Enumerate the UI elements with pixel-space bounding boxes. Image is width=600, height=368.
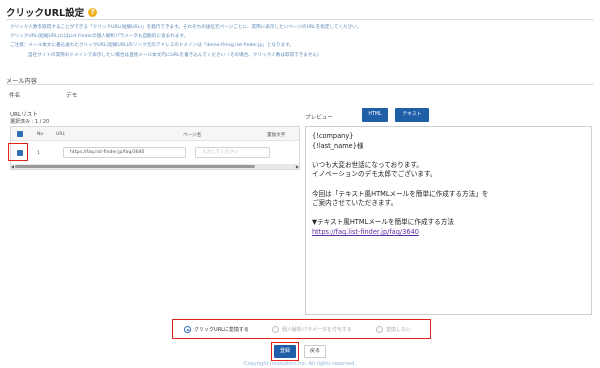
preview-line: {!company}	[312, 132, 354, 140]
option-no-convert-label: 変換しない	[386, 327, 412, 333]
html-view-button[interactable]: HTML	[362, 108, 388, 122]
highlight-frame-checkbox	[8, 143, 28, 161]
preview-line: {!last_name}様	[312, 141, 364, 150]
select-all-checkbox[interactable]	[17, 131, 23, 137]
radio-add-param[interactable]	[272, 326, 279, 333]
scroll-thumb[interactable]	[15, 165, 255, 168]
scroll-left-icon[interactable]: ◀	[11, 164, 14, 169]
subject-value: デモ	[66, 93, 78, 99]
note-line: クリック人数を取得することができる「クリックURL(短縮URL)」を発行できます…	[10, 25, 362, 30]
radio-convert[interactable]	[184, 326, 191, 333]
preview-line: イノベーションのデモ太郎でございます。	[312, 170, 437, 179]
column-char-count: 置換文字	[267, 132, 286, 138]
url-list-label: URLリスト	[10, 112, 38, 118]
title-divider	[6, 19, 594, 20]
table-header: No URL ページ名 置換文字	[11, 127, 299, 141]
copyright-footer: Copyright Innovation Inc. All rights res…	[244, 361, 356, 367]
column-page-name: ページ名	[183, 132, 202, 138]
radio-no-convert[interactable]	[376, 326, 383, 333]
selected-count: 選択済み : 1 / 20	[10, 119, 50, 125]
option-add-param-label: 個人解析パラメータを付与する	[282, 327, 352, 333]
preview-label: プレビュー	[305, 115, 333, 121]
column-url: URL	[56, 131, 66, 137]
scroll-right-icon[interactable]: ▶	[296, 164, 299, 169]
option-no-convert[interactable]: 変換しない	[376, 326, 411, 333]
url-field[interactable]: https://faq.list-finder.jp/faq/3640	[63, 147, 186, 158]
option-convert-label: クリックURLに変換する	[194, 327, 249, 333]
section-divider	[6, 84, 594, 85]
instruction-notes: クリック人数を取得することができる「クリックURL(短縮URL)」を発行できます…	[10, 23, 361, 60]
table-row: 1 https://faq.list-finder.jp/faq/3640 入力…	[11, 141, 299, 165]
url-table: No URL ページ名 置換文字 1 https://faq.list-find…	[10, 126, 300, 170]
page-name-field[interactable]: 入力してください	[195, 147, 270, 158]
preview-line: ▼テキスト風HTMLメールを簡単に作成する方法	[312, 218, 454, 227]
register-button[interactable]: 登録	[274, 345, 296, 358]
row-number: 1	[37, 151, 40, 156]
preview-line: ご案内させていただきます。	[312, 199, 398, 208]
mail-preview: {!company} {!last_name}様 いつも大変お世話になっておりま…	[305, 126, 592, 315]
option-convert[interactable]: クリックURLに変換する	[184, 326, 249, 333]
back-button[interactable]: 戻る	[304, 345, 326, 358]
note-line: 自社サイトの実際のドメインで表示したい場合は直接メール本文内にURLを書き込んで…	[28, 52, 322, 58]
option-add-param[interactable]: 個人解析パラメータを付与する	[272, 326, 352, 333]
preview-line: いつも大変お世話になっております。	[312, 160, 423, 169]
question-circle-icon[interactable]: ?	[88, 7, 98, 17]
subject-label: 件名	[9, 93, 21, 99]
text-view-button[interactable]: テキスト	[395, 108, 429, 122]
note-line: ご注意：メール本文に書込送れたクリックURL(短縮URL)のリンク元のアドレスの…	[10, 43, 294, 49]
column-no: No	[37, 131, 44, 137]
note-line: クリックURL(短縮URL)にはList Finderの個人解析パラメータも自動…	[10, 34, 189, 40]
preview-link[interactable]: https://faq.list-finder.jp/faq/3640	[312, 228, 585, 238]
preview-line: 今回は「テキスト風HTMLメールを簡単に作成する方法」を	[312, 189, 489, 198]
page-header: クリックURL設定 ?	[6, 5, 98, 19]
page-title: クリックURL設定	[6, 8, 85, 19]
horizontal-scrollbar[interactable]: ◀ ▶	[11, 164, 299, 169]
